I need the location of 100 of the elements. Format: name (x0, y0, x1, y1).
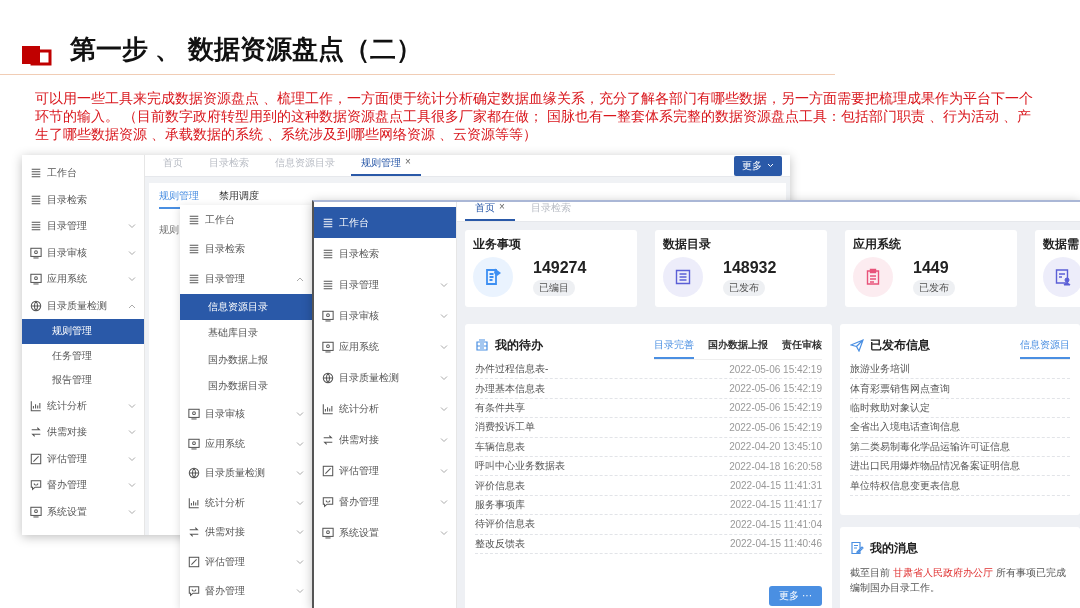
edit-icon (188, 555, 200, 568)
menu-item[interactable]: 任务管理 (22, 343, 144, 368)
menu-item[interactable]: 供需对接 (314, 424, 456, 455)
list-item[interactable]: 有条件共享 (475, 400, 525, 415)
list-item[interactable]: 第二类易制毒化学品运输许可证信息 (850, 439, 1010, 454)
menu-item[interactable]: 目录质量检测 (314, 362, 456, 393)
close-icon[interactable]: × (499, 202, 505, 215)
menu-item[interactable]: 工作台 (314, 207, 456, 238)
timestamp: 2022-04-20 13:45:10 (729, 441, 822, 453)
timestamp: 2022-05-06 15:42:19 (729, 402, 822, 414)
tab[interactable]: 信息资源目 (1020, 338, 1070, 359)
list-item[interactable]: 消费投诉工单 (475, 420, 535, 435)
menu-item[interactable]: 基础库目录 (180, 320, 312, 347)
list-item[interactable]: 进出口民用爆炸物品情况备案证明信息 (850, 459, 1020, 474)
menu-item[interactable]: 工作台 (22, 160, 144, 187)
list-item[interactable]: 待评价信息表 (475, 517, 535, 532)
stat-value: 148932 (723, 258, 777, 277)
chat-icon (322, 495, 334, 508)
menu-item[interactable]: 目录管理 (22, 213, 144, 240)
menu-item[interactable]: 信息资源目录 (180, 293, 312, 320)
card-title: 数据目录 (663, 236, 712, 253)
menu-item[interactable]: 目录质量检测 (180, 458, 312, 488)
menu-item[interactable]: 统计分析 (22, 392, 144, 419)
menu-item[interactable]: 供需对接 (22, 419, 144, 446)
list-icon (322, 278, 334, 291)
menu-item[interactable]: 目录审核 (314, 300, 456, 331)
menu-item[interactable]: 系统设置 (314, 517, 456, 548)
list-item[interactable]: 办理基本信息表 (475, 381, 545, 396)
menu-item[interactable]: 系统设置 (22, 498, 144, 525)
bar-chart-icon (188, 496, 200, 509)
chat-icon (188, 585, 200, 598)
menu-item[interactable]: 评估管理 (314, 455, 456, 486)
edit-icon (30, 452, 42, 465)
card-title: 应用系统 (853, 236, 902, 253)
menu-item[interactable]: 目录检索 (22, 186, 144, 213)
tab[interactable]: 规则管理 × (351, 156, 421, 176)
note-edit-icon (850, 541, 864, 555)
chat-icon (30, 479, 42, 492)
menu-item[interactable]: 目录审核 (22, 239, 144, 266)
timestamp: 2022-05-06 15:42:19 (729, 363, 822, 375)
menu-item[interactable]: 督办管理 (314, 486, 456, 517)
menu-item[interactable]: 目录检索 (180, 234, 312, 264)
menu-item[interactable]: 应用系统 (180, 429, 312, 459)
slide-description: 可以用一些工具来完成数据资源盘点 、梳理工作，一方面便于统计分析确定数据血缘关系，充分了解各部门有哪些数据，另一方面需要把梳理成果作为平台下一个环节的输入。 （目前数字政府转型用到的这种数据资源盘点工具很多厂家都在做； 国脉也有一整套体系完整的数据资源盘点工具：包括部门职责 、行为活动 、产生了哪些数据资源 、承载数据的系统 、系统涉及到哪些网络资源 、云资源等等） (35, 89, 1034, 143)
tab[interactable]: 目录完善 (654, 338, 694, 359)
menu-item[interactable]: 国办数据上报 (180, 346, 312, 373)
menu-item[interactable]: 目录管理 (180, 264, 312, 294)
list-item[interactable]: 整改反馈表 (475, 536, 525, 551)
list-icon (188, 243, 200, 256)
list-item[interactable]: 体育彩票销售网点查询 (850, 381, 950, 396)
panel-title: 我的消息 (870, 539, 918, 557)
menu-item[interactable]: 目录检索 (314, 238, 456, 269)
document-user-icon (1054, 268, 1072, 286)
slide-title-icon (22, 43, 52, 67)
edit-icon (322, 464, 334, 477)
timestamp: 2022-04-15 11:41:31 (729, 480, 822, 492)
timestamp: 2022-05-06 15:42:19 (729, 383, 822, 395)
list-item[interactable]: 服务事项库 (475, 497, 525, 512)
clipboard-icon (864, 268, 882, 286)
more-button[interactable]: 更多 (734, 155, 782, 176)
list-item[interactable]: 旅游业务培训 (850, 362, 910, 377)
menu-item[interactable]: 供需对接 (180, 517, 312, 547)
close-icon[interactable]: × (405, 156, 411, 170)
tab[interactable]: 责任审核 (782, 338, 822, 359)
tab[interactable]: 首页 × (465, 202, 515, 221)
list-item[interactable]: 评价信息表 (475, 478, 525, 493)
menu-item[interactable]: 统计分析 (180, 488, 312, 518)
message-text: 截至目前 甘肃省人民政府办公厅 所有事项已完成编制国办目录工作。 (850, 566, 1067, 595)
list-item[interactable]: 全省出入境电话查询信息 (850, 420, 960, 435)
menu-item[interactable]: 规则管理 (22, 319, 144, 344)
stat-value: 149274 (533, 258, 587, 277)
menu-item[interactable]: 评估管理 (22, 445, 144, 472)
list-icon (322, 247, 334, 260)
menu-item[interactable]: 国办数据目录 (180, 373, 312, 400)
menu-item[interactable]: 统计分析 (314, 393, 456, 424)
list-item[interactable]: 呼叫中心业务数据表 (475, 459, 565, 474)
list-item[interactable]: 单位特权信息变更表信息 (850, 478, 960, 493)
list-icon (30, 220, 42, 233)
menu-item[interactable]: 督办管理 (22, 472, 144, 499)
bar-chart-icon (322, 402, 334, 415)
menu-item[interactable]: 评估管理 (180, 547, 312, 577)
menu-item[interactable]: 应用系统 (314, 331, 456, 362)
list-item[interactable]: 临时救助对象认定 (850, 400, 930, 415)
menu-item[interactable]: 目录审核 (180, 399, 312, 429)
monitor-icon (30, 505, 42, 518)
document-icon (484, 268, 502, 286)
globe-icon (322, 371, 334, 384)
swap-arrows-icon (322, 433, 334, 446)
menu-item[interactable]: 目录质量检测 (22, 292, 144, 319)
caret-icon (767, 163, 774, 168)
globe-icon (188, 467, 200, 480)
list-item[interactable]: 车辆信息表 (475, 439, 525, 454)
panel-title: 已发布信息 (870, 336, 930, 354)
menu-item[interactable]: 督办管理 (180, 576, 312, 606)
menu-item[interactable]: 目录管理 (314, 269, 456, 300)
slide-title: 第一步 、 数据资源盘点（二） (70, 32, 423, 66)
tab[interactable]: 国办数据上报 (708, 338, 768, 359)
menu-item[interactable]: 报告管理 (22, 368, 144, 393)
menu-item[interactable]: 应用系统 (22, 266, 144, 293)
list-item[interactable]: 办件过程信息表- (475, 362, 549, 377)
